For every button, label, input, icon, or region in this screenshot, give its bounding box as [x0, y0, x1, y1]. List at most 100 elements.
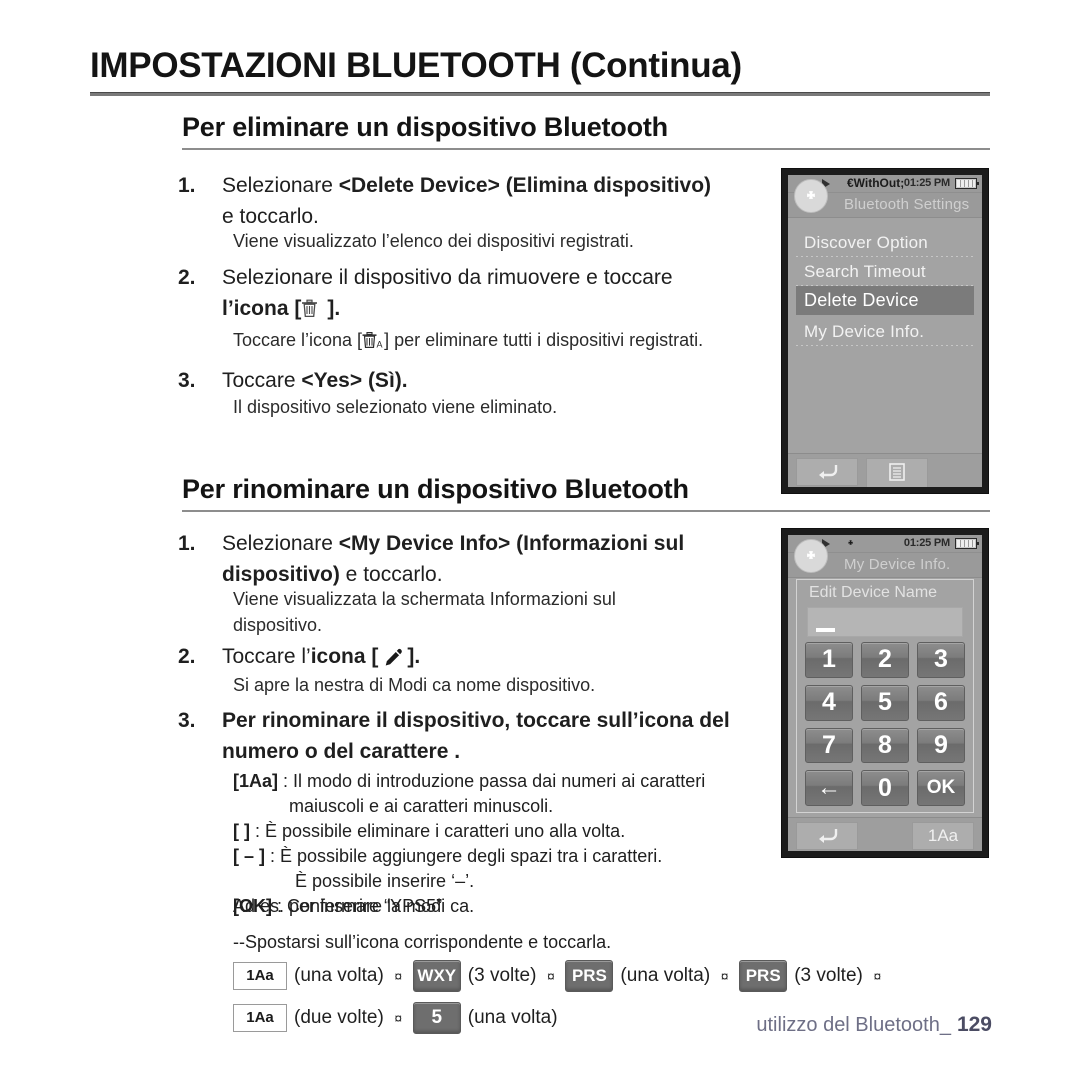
sequence-arrow-icon: ¤: [394, 1009, 403, 1026]
key-button-prs-1[interactable]: PRS: [565, 960, 614, 992]
bluetooth-glyph: ᛭: [804, 543, 818, 568]
page-title: IMPOSTAZIONI BLUETOOTH (Continua): [90, 46, 742, 85]
def-key: [ ]: [233, 821, 250, 841]
s1-step-2-line2-a: l’icona [: [222, 297, 302, 320]
s2-step-1-number: 1.: [178, 532, 196, 555]
keypad-key-3[interactable]: 3: [917, 642, 965, 678]
keypad-key-4[interactable]: 4: [805, 684, 853, 721]
key-tag-1aa[interactable]: 1Aa: [233, 962, 287, 990]
s1-step-2: 2. Selezionare il dispositivo da rimuove…: [178, 262, 778, 324]
s2-step-3: 3. Per rinominare il dispositivo, toccar…: [178, 705, 778, 767]
keypad-key-2[interactable]: 2: [861, 642, 909, 678]
s2-step-1-note: Viene visualizzata la schermata Informaz…: [233, 586, 753, 638]
s2-step-2-number: 2.: [178, 645, 196, 668]
s1-step-2-line1: Selezionare il dispositivo da rimuovere …: [222, 266, 673, 289]
menu-button[interactable]: [866, 458, 928, 487]
keypad-key-5[interactable]: 5: [861, 684, 909, 721]
trash-icon: [301, 299, 318, 318]
page-footer: utilizzo del Bluetooth_ 129: [756, 1013, 992, 1037]
keypad-key-ok[interactable]: OK: [917, 770, 965, 806]
keypad-key-7[interactable]: 7: [805, 727, 853, 764]
back-button[interactable]: [796, 822, 858, 850]
key-count-label: (una volta): [620, 965, 711, 986]
svg-text:A: A: [377, 340, 383, 350]
s1-step-1-line1-b: <Delete Device> (Elimina dispositivo): [338, 174, 712, 197]
menu-item-delete-device[interactable]: Delete Device: [796, 286, 974, 315]
trash-all-icon: A: [362, 330, 384, 350]
s1-step-3-note: Il dispositivo selezionato viene elimina…: [233, 397, 558, 417]
s1-step-3-line1-a: Toccare: [222, 369, 302, 392]
menu-item-discover-option[interactable]: Discover Option: [788, 228, 982, 257]
back-button[interactable]: [796, 458, 858, 486]
sequence-arrow-icon: ¤: [873, 967, 882, 984]
device2-soft-bar: 1Aa: [788, 817, 982, 851]
menu-item-label: Delete Device: [804, 290, 919, 310]
s1-step-2-number: 2.: [178, 266, 196, 289]
s2-step-2-line-c: [: [365, 645, 379, 668]
device-name-input[interactable]: [807, 607, 963, 637]
status-time: 01:25 PM: [903, 537, 950, 549]
key-tag-1aa-2[interactable]: 1Aa: [233, 1004, 287, 1032]
s2-step-2-line-b: icona: [310, 645, 366, 668]
menu-item-label: My Device Info.: [804, 322, 925, 341]
s2-step-3-line2: numero o del carattere .: [222, 740, 461, 763]
device1-title: Bluetooth Settings: [844, 196, 970, 213]
s1-step-3: 3. Toccare <Yes> (Sì).: [178, 365, 738, 396]
keypad-key-1[interactable]: 1: [805, 642, 853, 678]
keypad-key-8[interactable]: 8: [861, 727, 909, 764]
key-button-wxy[interactable]: WXY: [412, 960, 461, 992]
def-row-1aa: [1Aa] : Il modo di introduzione passa da…: [233, 769, 793, 794]
back-arrow-icon: [797, 823, 857, 849]
backspace-arrow-icon: ←: [817, 774, 841, 802]
s1-step-3-number: 3.: [178, 369, 196, 392]
s1-step-2-line2-b: ].: [327, 297, 341, 320]
menu-item-my-device-info[interactable]: My Device Info.: [788, 317, 982, 346]
pencil-icon: [382, 648, 403, 666]
s2-step-2-line-a: Toccare l’: [222, 645, 311, 668]
def-sep: :: [250, 821, 266, 841]
move-instruction-line: --Spostarsi sull’icona corrispondente e …: [233, 932, 612, 952]
back-arrow-icon: [797, 459, 857, 485]
bluetooth-badge-icon: ᛭: [794, 539, 828, 573]
battery-icon: [955, 178, 979, 189]
keypad-key-6[interactable]: 6: [917, 684, 965, 721]
def-row-space: [ – ] : È possibile aggiungere degli spa…: [233, 844, 793, 869]
device2-screen: ᛭ 01:25 PM My Device Info. ᛭ Edit Device…: [788, 535, 982, 851]
s1-step-2-note: Toccare l’icona [A] per eliminare tutti …: [233, 327, 833, 353]
device1-menu-list: Discover Option Search Timeout Delete De…: [788, 218, 982, 346]
s2-step-2: 2. Toccare l’icona [].: [178, 641, 738, 672]
input-mode-label: 1Aa: [927, 826, 959, 845]
sequence-arrow-icon: ¤: [720, 967, 729, 984]
edit-device-name-panel: Edit Device Name 1 2 3 4 5 6 7 8 9 ← 0 O…: [796, 579, 974, 813]
def-row-delete: [ ] : È possibile eliminare i caratteri …: [233, 819, 793, 844]
keypad-key-backspace[interactable]: ←: [805, 770, 853, 806]
title-divider: [90, 92, 990, 96]
s2-step-1: 1. Selezionare <My Device Info> (Informa…: [178, 528, 768, 590]
edit-device-name-label: Edit Device Name: [809, 584, 938, 601]
key-button-prs-2[interactable]: PRS: [739, 960, 788, 992]
menu-item-search-timeout[interactable]: Search Timeout: [788, 257, 982, 286]
keypad-key-0[interactable]: 0: [861, 770, 909, 806]
input-mode-button[interactable]: 1Aa: [912, 822, 974, 850]
device1-soft-bar: [788, 453, 982, 487]
section2-divider: [182, 510, 990, 512]
s2-step-1-line2-b: dispositivo): [222, 563, 340, 586]
device-screenshot-bluetooth-settings: €WithOut; 01:25 PM Bluetooth Settings ᛭ …: [781, 168, 989, 494]
device1-screen: €WithOut; 01:25 PM Bluetooth Settings ᛭ …: [788, 175, 982, 487]
battery-icon: [955, 538, 979, 549]
s1-step-1-line1-a: Selezionare: [222, 174, 339, 197]
key-count-label: (una volta): [467, 1007, 558, 1028]
def-key: [1Aa]: [233, 771, 279, 791]
def-key: [ – ]: [233, 846, 266, 866]
footer-text: utilizzo del Bluetooth_: [756, 1014, 951, 1036]
s2-step-1-note1: Viene visualizzata la schermata Informaz…: [233, 589, 616, 609]
manual-page: IMPOSTAZIONI BLUETOOTH (Continua) Per el…: [0, 0, 1080, 1080]
key-sequence-row-1: 1Aa (una volta) ¤ WXY (3 volte) ¤ PRS (una volt…: [233, 955, 885, 997]
section1-divider: [182, 148, 990, 150]
keypad-key-9[interactable]: 9: [917, 727, 965, 764]
s1-step-1-line2: e toccarlo.: [222, 205, 319, 228]
key-count-label: (una volta): [294, 965, 384, 986]
key-button-5[interactable]: 5: [412, 1002, 461, 1034]
s1-step-3-line1-b: <Yes> (Sì).: [301, 369, 408, 392]
def-sep: :: [265, 846, 281, 866]
